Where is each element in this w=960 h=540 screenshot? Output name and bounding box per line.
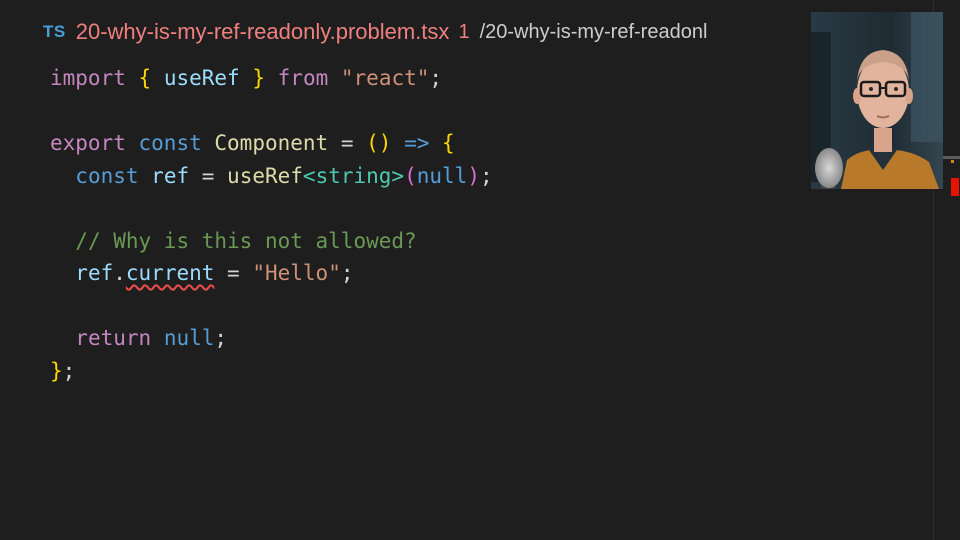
token: .: [113, 261, 126, 285]
token: "react": [340, 66, 430, 90]
token: <: [302, 163, 316, 188]
token: ;: [479, 163, 493, 188]
overview-ruler-cursor: [940, 156, 960, 159]
error-squiggle-token[interactable]: current: [126, 261, 215, 285]
token: >: [391, 163, 405, 188]
token: useRef: [163, 66, 240, 90]
token: =: [328, 131, 367, 155]
webcam-overlay: [811, 12, 943, 189]
token: (: [404, 163, 417, 188]
token: string: [315, 163, 392, 188]
code-line-9: return null;: [50, 322, 493, 355]
code-line-3: export const Component = () => {: [50, 127, 493, 160]
token: ref: [151, 163, 190, 188]
token: }: [252, 66, 265, 90]
token: useRef: [227, 163, 303, 188]
tab-filename[interactable]: 20-why-is-my-ref-readonly.problem.tsx: [76, 19, 450, 45]
token: return: [75, 326, 152, 350]
token: ;: [340, 261, 354, 285]
typescript-file-icon: TS: [43, 22, 66, 41]
token: ;: [62, 358, 76, 383]
code-line-10: };: [50, 355, 493, 388]
token: const: [75, 163, 139, 188]
presenter-video-image: [811, 12, 943, 189]
token: }: [50, 358, 63, 383]
token: ;: [214, 326, 228, 350]
token: null: [416, 163, 468, 188]
token: =: [214, 261, 253, 285]
token: const: [138, 131, 202, 155]
token: "Hello": [252, 261, 341, 285]
token: {: [138, 66, 152, 90]
token: (): [366, 131, 392, 155]
overview-ruler-marker: [951, 160, 954, 163]
token: from: [277, 66, 329, 90]
code-line-1: import { useRef } from "react";: [50, 62, 493, 95]
token: Component: [214, 131, 329, 155]
problem-count-badge: 1: [458, 20, 470, 43]
code-line-4: const ref = useRef<string>(null);: [50, 160, 493, 193]
token: =>: [404, 131, 430, 155]
token: =: [189, 163, 228, 188]
token: ref: [75, 261, 114, 285]
token: import: [50, 66, 126, 90]
token: null: [163, 326, 215, 350]
code-editor[interactable]: import { useRef } from "react"; export c…: [50, 62, 493, 387]
code-comment: // Why is this not allowed?: [75, 228, 417, 253]
tab-file-path: /20-why-is-my-ref-readonl: [479, 20, 708, 43]
overview-ruler-error-marker: [951, 178, 959, 196]
editor-tab[interactable]: TS 20-why-is-my-ref-readonly.problem.tsx…: [0, 0, 810, 64]
token: {: [442, 131, 455, 155]
code-line-7: ref.current = "Hello";: [50, 257, 493, 290]
token: export: [50, 131, 126, 155]
token: ): [467, 163, 480, 188]
token: ;: [429, 66, 443, 90]
code-line-6: // Why is this not allowed?: [50, 225, 493, 258]
